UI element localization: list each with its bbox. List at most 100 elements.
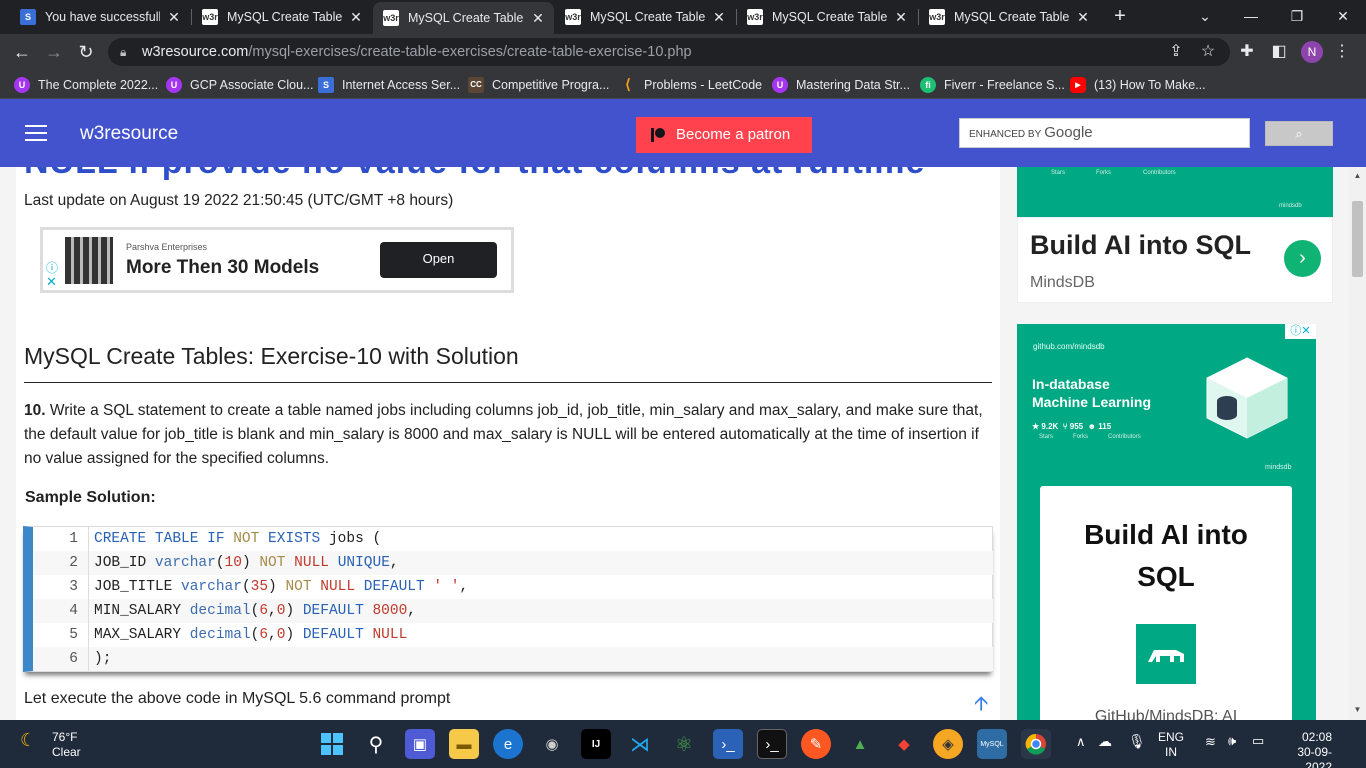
ad-banner[interactable]: Parshva Enterprises More Then 30 Models … (40, 227, 514, 293)
bookmark-item[interactable]: U GCP Associate Clou... (166, 70, 313, 99)
last-update: Last update on August 19 2022 21:50:45 (… (24, 192, 454, 209)
address-bar[interactable]: 🔒︎ w3resource.com/mysql-exercises/create… (108, 38, 1230, 66)
git-icon[interactable]: ◆ (889, 729, 919, 759)
camera-icon[interactable]: ◉ (537, 729, 567, 759)
start-icon[interactable] (317, 729, 347, 759)
bookmark-label: The Complete 2022... (38, 77, 159, 92)
cloud-icon[interactable]: ☁ (1098, 733, 1112, 750)
tab-favicon-icon: w3r (383, 10, 399, 26)
tab-favicon-icon: w3r (565, 9, 581, 25)
stat-label: Contributors (1108, 434, 1141, 440)
close-tab-icon[interactable]: ✕ (711, 9, 727, 26)
ad-card[interactable]: Build AI into SQL GitHub/MindsDB: AI (1040, 486, 1292, 720)
bookmark-item[interactable]: CC Competitive Progra... (468, 70, 609, 99)
bookmark-item[interactable]: U Mastering Data Str... (772, 70, 910, 99)
ad-close-icon[interactable]: ✕ (46, 274, 57, 290)
extensions-icon[interactable]: ✚ (1235, 40, 1259, 64)
code-block[interactable]: 1 CREATE TABLE IF NOT EXISTS jobs ( 2 JOB_… (23, 526, 993, 672)
sidebar-ad-top[interactable]: Stars Forks Contributors mindsdb (1017, 167, 1333, 217)
scroll-up-icon[interactable]: ▲ (1349, 171, 1366, 180)
share-icon[interactable]: ⇪ (1164, 40, 1188, 64)
vscode-icon[interactable]: ⋊ (625, 729, 655, 759)
rocket-icon[interactable]: ▲ (845, 729, 875, 759)
sidebar-ad-mindsdb[interactable]: github.com/mindsdb In-database Machine Le… (1017, 324, 1316, 720)
forward-button[interactable]: → (42, 40, 66, 64)
patreon-icon (651, 128, 665, 142)
close-tab-icon[interactable]: ✕ (530, 10, 546, 27)
tab-search-icon[interactable]: ⌄ (1182, 0, 1228, 34)
code-line: 2 JOB_ID varchar(10) NOT NULL UNIQUE, (33, 551, 993, 575)
lang-region: IN (1165, 745, 1177, 759)
scrollbar-thumb[interactable] (1352, 201, 1363, 277)
vpn-icon[interactable]: ◈ (933, 729, 963, 759)
language-indicator[interactable]: ENG IN (1158, 730, 1184, 760)
browser-tab[interactable]: w3r MySQL Create Table - ✕ (192, 0, 372, 34)
bookmark-item[interactable]: fi Fiverr - Freelance S... (920, 70, 1065, 99)
edge-icon[interactable]: e (493, 729, 523, 759)
minimize-button[interactable]: — (1228, 0, 1274, 34)
bookmark-label: GCP Associate Clou... (190, 77, 314, 92)
search-input[interactable]: ENHANCED BY Google (959, 118, 1250, 148)
close-tab-icon[interactable]: ✕ (166, 9, 182, 26)
tray-overflow-icon[interactable]: ∧ (1076, 734, 1086, 750)
lock-icon[interactable]: 🔒︎ (120, 38, 126, 66)
close-window-button[interactable]: ✕ (1320, 0, 1366, 34)
side-panel-icon[interactable]: ◧ (1267, 40, 1291, 64)
cc-icon: CC (468, 76, 484, 93)
volume-icon[interactable]: 🕪︎ (1228, 733, 1236, 749)
file-explorer-icon[interactable]: ▬ (449, 729, 479, 759)
code-text: MIN_SALARY decimal(6,0) DEFAULT 8000, (94, 603, 416, 619)
search-icon[interactable]: ⚲ (361, 729, 391, 759)
close-tab-icon[interactable]: ✕ (893, 9, 909, 26)
browser-tab[interactable]: w3r MySQL Create Table E ✕ (737, 0, 917, 34)
browser-tab[interactable]: w3r MySQL Create Table E ✕ (555, 0, 735, 34)
back-button[interactable]: ← (10, 40, 34, 64)
wifi-icon[interactable]: ≋ (1205, 734, 1216, 750)
moon-icon: ☾ (20, 730, 37, 750)
search-button[interactable]: ⌕ (1265, 121, 1333, 146)
ad-open-button[interactable]: Open (380, 242, 497, 278)
close-tab-icon[interactable]: ✕ (1075, 9, 1091, 26)
browser-tab[interactable]: S You have successfully ✕ (10, 0, 190, 34)
code-text: MAX_SALARY decimal(6,0) DEFAULT NULL (94, 627, 408, 643)
ad-choices-icon[interactable]: ⓘ✕ (1285, 324, 1316, 339)
bookmark-label: (13) How To Make... (1094, 77, 1206, 92)
battery-icon[interactable]: ▭ (1252, 733, 1264, 749)
bookmark-item[interactable]: S Internet Access Ser... (318, 70, 460, 99)
intellij-icon[interactable]: IJ (581, 729, 611, 759)
clock[interactable]: 02:08 30-09-2022 (1280, 730, 1332, 768)
scroll-to-top-icon[interactable]: 🡩 (974, 689, 988, 720)
bookmark-item[interactable]: ⟨ Problems - LeetCode (620, 70, 762, 99)
teams-chat-icon[interactable]: ▣ (405, 729, 435, 759)
mysql-icon[interactable]: MySQL (977, 729, 1007, 759)
become-patron-button[interactable]: Become a patron (636, 117, 812, 153)
code-text: JOB_TITLE varchar(35) NOT NULL DEFAULT '… (94, 579, 469, 595)
bookmark-star-icon[interactable]: ☆ (1196, 40, 1220, 64)
powershell-icon[interactable]: ›_ (713, 729, 743, 759)
scroll-down-icon[interactable]: ▼ (1349, 705, 1366, 714)
tab-favicon-icon: w3r (747, 9, 763, 25)
page-scrollbar[interactable]: ▲ ▼ (1349, 167, 1366, 720)
sidebar-ad-build[interactable]: Build AI into SQL MindsDB › (1017, 217, 1333, 303)
atom-icon[interactable]: ⚛ (669, 729, 699, 759)
bookmark-item[interactable]: ▶ (13) How To Make... (1070, 70, 1206, 99)
fiverr-icon: fi (920, 76, 936, 93)
restore-button[interactable]: ❐ (1274, 0, 1320, 34)
microphone-icon[interactable]: 🎙︎ (1128, 733, 1146, 750)
new-tab-button[interactable]: + (1108, 4, 1132, 28)
youtube-icon: ▶ (1070, 76, 1086, 93)
browser-tab-active[interactable]: w3r MySQL Create Table E ✕ (373, 2, 554, 34)
stat-label: Stars (1051, 170, 1066, 176)
terminal-icon[interactable]: ›_ (757, 729, 787, 759)
menu-kebab-icon[interactable]: ⋮ (1330, 40, 1354, 64)
close-tab-icon[interactable]: ✕ (348, 9, 364, 26)
hamburger-menu-icon[interactable] (25, 125, 47, 141)
bookmark-item[interactable]: U The Complete 2022... (14, 70, 158, 99)
reload-button[interactable]: ↻ (74, 40, 98, 64)
site-logo[interactable]: w3resource (80, 123, 178, 145)
chevron-right-icon[interactable]: › (1284, 240, 1321, 277)
browser-tab[interactable]: w3r MySQL Create Table E ✕ (919, 0, 1099, 34)
profile-avatar[interactable]: N (1301, 41, 1323, 63)
chrome-icon[interactable] (1021, 729, 1051, 759)
postman-icon[interactable]: ✎ (801, 729, 831, 759)
